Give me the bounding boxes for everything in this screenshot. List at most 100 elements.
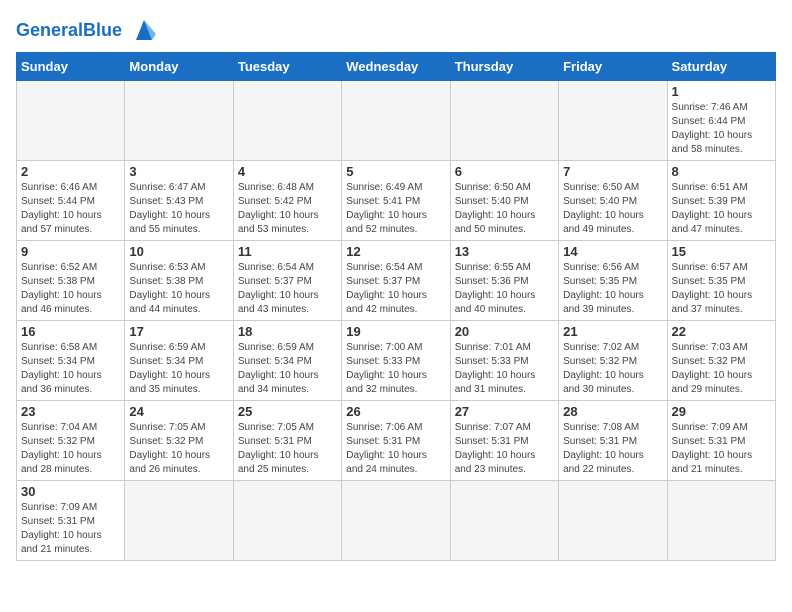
day-info: Sunrise: 6:47 AM Sunset: 5:43 PM Dayligh…: [129, 181, 228, 237]
day-number: 16: [21, 324, 120, 339]
day-info: Sunrise: 6:50 AM Sunset: 5:40 PM Dayligh…: [455, 181, 554, 237]
day-number: 2: [21, 164, 120, 179]
calendar-cell: 24 Sunrise: 7:05 AM Sunset: 5:32 PM Dayli…: [125, 401, 233, 481]
day-info: Sunrise: 6:56 AM Sunset: 5:35 PM Dayligh…: [563, 261, 662, 317]
day-info: Sunrise: 7:00 AM Sunset: 5:33 PM Dayligh…: [346, 341, 445, 397]
calendar-cell: [342, 81, 450, 161]
calendar-cell: 30 Sunrise: 7:09 AM Sunset: 5:31 PM Dayli…: [17, 481, 125, 561]
day-info: Sunrise: 6:54 AM Sunset: 5:37 PM Dayligh…: [238, 261, 337, 317]
calendar-cell: [342, 481, 450, 561]
calendar-cell: 5Sunrise: 6:49 AM Sunset: 5:41 PM Daylig…: [342, 161, 450, 241]
logo-icon: [126, 16, 162, 44]
logo-blue: Blue: [83, 20, 122, 40]
logo: GeneralBlue: [16, 16, 162, 44]
calendar-week-row: 16Sunrise: 6:58 AM Sunset: 5:34 PM Dayli…: [17, 321, 776, 401]
calendar-cell: [667, 481, 775, 561]
day-info: Sunrise: 7:02 AM Sunset: 5:32 PM Dayligh…: [563, 341, 662, 397]
day-info: Sunrise: 6:59 AM Sunset: 5:34 PM Dayligh…: [238, 341, 337, 397]
day-number: 19: [346, 324, 445, 339]
day-info: Sunrise: 7:01 AM Sunset: 5:33 PM Dayligh…: [455, 341, 554, 397]
day-number: 29: [672, 404, 771, 419]
logo-text: GeneralBlue: [16, 21, 122, 39]
col-header-sunday: Sunday: [17, 53, 125, 81]
calendar-cell: 4Sunrise: 6:48 AM Sunset: 5:42 PM Daylig…: [233, 161, 341, 241]
day-info: Sunrise: 7:46 AM Sunset: 6:44 PM Dayligh…: [672, 101, 771, 157]
day-number: 11: [238, 244, 337, 259]
day-number: 28: [563, 404, 662, 419]
day-info: Sunrise: 6:46 AM Sunset: 5:44 PM Dayligh…: [21, 181, 120, 237]
calendar-cell: [17, 81, 125, 161]
day-number: 9: [21, 244, 120, 259]
calendar-cell: 22 Sunrise: 7:03 AM Sunset: 5:32 PM Dayli…: [667, 321, 775, 401]
calendar-cell: [125, 81, 233, 161]
day-number: 10: [129, 244, 228, 259]
col-header-friday: Friday: [559, 53, 667, 81]
page-header: GeneralBlue: [16, 16, 776, 44]
calendar-week-row: 1 Sunrise: 7:46 AM Sunset: 6:44 PM Daylig…: [17, 81, 776, 161]
day-number: 17: [129, 324, 228, 339]
calendar-header-row: SundayMondayTuesdayWednesdayThursdayFrid…: [17, 53, 776, 81]
calendar-week-row: 2 Sunrise: 6:46 AM Sunset: 5:44 PM Daylig…: [17, 161, 776, 241]
day-number: 4: [238, 164, 337, 179]
day-number: 30: [21, 484, 120, 499]
calendar-cell: [559, 81, 667, 161]
calendar-week-row: 23 Sunrise: 7:04 AM Sunset: 5:32 PM Dayli…: [17, 401, 776, 481]
logo-general: General: [16, 20, 83, 40]
day-number: 14: [563, 244, 662, 259]
day-number: 1: [672, 84, 771, 99]
calendar-cell: 15 Sunrise: 6:57 AM Sunset: 5:35 PM Dayli…: [667, 241, 775, 321]
day-info: Sunrise: 6:49 AM Sunset: 5:41 PM Dayligh…: [346, 181, 445, 237]
day-info: Sunrise: 7:03 AM Sunset: 5:32 PM Dayligh…: [672, 341, 771, 397]
col-header-saturday: Saturday: [667, 53, 775, 81]
calendar-cell: 18Sunrise: 6:59 AM Sunset: 5:34 PM Dayli…: [233, 321, 341, 401]
day-number: 25: [238, 404, 337, 419]
day-info: Sunrise: 7:06 AM Sunset: 5:31 PM Dayligh…: [346, 421, 445, 477]
day-info: Sunrise: 7:09 AM Sunset: 5:31 PM Dayligh…: [21, 501, 120, 557]
calendar-cell: 23 Sunrise: 7:04 AM Sunset: 5:32 PM Dayli…: [17, 401, 125, 481]
calendar-cell: 12 Sunrise: 6:54 AM Sunset: 5:37 PM Dayli…: [342, 241, 450, 321]
calendar-cell: 25 Sunrise: 7:05 AM Sunset: 5:31 PM Dayli…: [233, 401, 341, 481]
day-info: Sunrise: 7:05 AM Sunset: 5:31 PM Dayligh…: [238, 421, 337, 477]
calendar-cell: 20 Sunrise: 7:01 AM Sunset: 5:33 PM Dayli…: [450, 321, 558, 401]
day-number: 13: [455, 244, 554, 259]
col-header-thursday: Thursday: [450, 53, 558, 81]
day-number: 20: [455, 324, 554, 339]
calendar-cell: [559, 481, 667, 561]
day-info: Sunrise: 7:04 AM Sunset: 5:32 PM Dayligh…: [21, 421, 120, 477]
day-number: 22: [672, 324, 771, 339]
calendar-cell: 7Sunrise: 6:50 AM Sunset: 5:40 PM Daylig…: [559, 161, 667, 241]
day-number: 23: [21, 404, 120, 419]
day-info: Sunrise: 6:57 AM Sunset: 5:35 PM Dayligh…: [672, 261, 771, 317]
day-number: 24: [129, 404, 228, 419]
col-header-tuesday: Tuesday: [233, 53, 341, 81]
calendar-cell: 10 Sunrise: 6:53 AM Sunset: 5:38 PM Dayli…: [125, 241, 233, 321]
calendar-cell: [450, 81, 558, 161]
calendar-cell: 21Sunrise: 7:02 AM Sunset: 5:32 PM Dayli…: [559, 321, 667, 401]
day-info: Sunrise: 6:53 AM Sunset: 5:38 PM Dayligh…: [129, 261, 228, 317]
day-info: Sunrise: 6:55 AM Sunset: 5:36 PM Dayligh…: [455, 261, 554, 317]
day-info: Sunrise: 6:51 AM Sunset: 5:39 PM Dayligh…: [672, 181, 771, 237]
day-info: Sunrise: 6:54 AM Sunset: 5:37 PM Dayligh…: [346, 261, 445, 317]
day-info: Sunrise: 6:59 AM Sunset: 5:34 PM Dayligh…: [129, 341, 228, 397]
calendar-cell: [233, 481, 341, 561]
calendar-cell: 2 Sunrise: 6:46 AM Sunset: 5:44 PM Daylig…: [17, 161, 125, 241]
calendar-cell: 9Sunrise: 6:52 AM Sunset: 5:38 PM Daylig…: [17, 241, 125, 321]
day-info: Sunrise: 7:05 AM Sunset: 5:32 PM Dayligh…: [129, 421, 228, 477]
day-number: 12: [346, 244, 445, 259]
calendar-cell: [450, 481, 558, 561]
day-number: 8: [672, 164, 771, 179]
calendar-cell: 26Sunrise: 7:06 AM Sunset: 5:31 PM Dayli…: [342, 401, 450, 481]
day-info: Sunrise: 7:07 AM Sunset: 5:31 PM Dayligh…: [455, 421, 554, 477]
col-header-wednesday: Wednesday: [342, 53, 450, 81]
day-info: Sunrise: 7:08 AM Sunset: 5:31 PM Dayligh…: [563, 421, 662, 477]
calendar-cell: 19 Sunrise: 7:00 AM Sunset: 5:33 PM Dayli…: [342, 321, 450, 401]
calendar-cell: [233, 81, 341, 161]
day-number: 7: [563, 164, 662, 179]
calendar-table: SundayMondayTuesdayWednesdayThursdayFrid…: [16, 52, 776, 561]
calendar-cell: 11 Sunrise: 6:54 AM Sunset: 5:37 PM Dayli…: [233, 241, 341, 321]
calendar-cell: 1 Sunrise: 7:46 AM Sunset: 6:44 PM Daylig…: [667, 81, 775, 161]
calendar-cell: 8 Sunrise: 6:51 AM Sunset: 5:39 PM Daylig…: [667, 161, 775, 241]
calendar-cell: 13 Sunrise: 6:55 AM Sunset: 5:36 PM Dayli…: [450, 241, 558, 321]
calendar-cell: 6Sunrise: 6:50 AM Sunset: 5:40 PM Daylig…: [450, 161, 558, 241]
day-number: 15: [672, 244, 771, 259]
